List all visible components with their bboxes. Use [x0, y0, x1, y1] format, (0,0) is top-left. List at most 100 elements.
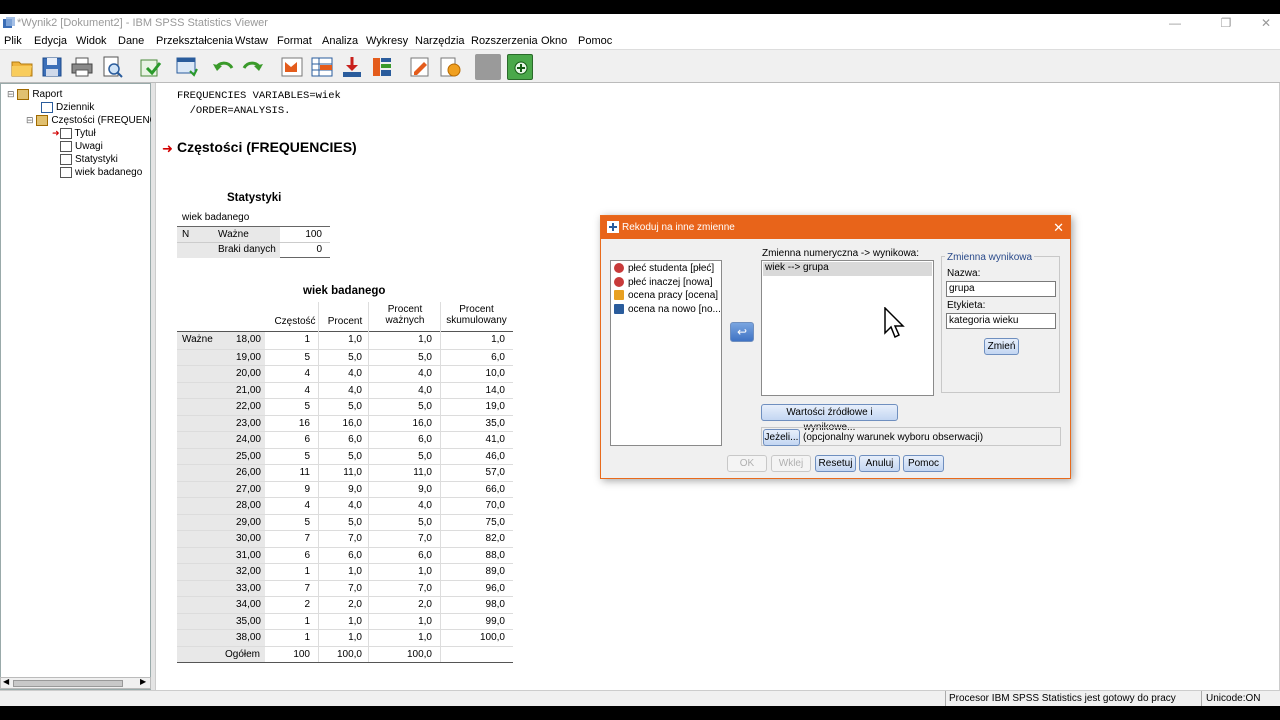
variable-list-item[interactable]: płeć studenta [płeć]: [614, 263, 714, 274]
table-row: 26,00 11 11,0 11,0 57,0: [177, 464, 513, 481]
total-label: Ogółem: [224, 648, 260, 660]
tree-item-dziennik[interactable]: Dziennik: [41, 102, 94, 113]
tree-item-tytul[interactable]: ➜ Tytuł: [52, 128, 96, 139]
minimize-button[interactable]: —: [1161, 14, 1189, 33]
table-icon: [60, 167, 72, 178]
menu-plik[interactable]: Plik: [4, 35, 22, 47]
insert-output-icon[interactable]: [437, 54, 463, 80]
source-variable-list[interactable]: płeć studenta [płeć] płeć inaczej [nowa] o…: [610, 260, 722, 446]
print-preview-icon[interactable]: [99, 54, 125, 80]
outline-hscrollbar[interactable]: ◀ ▶: [0, 677, 151, 689]
menu-bar: Plik Edycja Widok Dane Przekształcenia W…: [0, 33, 1280, 50]
collapse-icon[interactable]: ⊟: [7, 89, 15, 99]
tree-item-statystyki[interactable]: Statystyki: [60, 154, 118, 165]
table-row: 23,00 16 16,0 16,0 35,0: [177, 414, 513, 432]
variable-type-icon: [614, 263, 624, 274]
row-value: 29,00: [235, 516, 261, 528]
table-total-row: Ogółem 100 100,0 100,0: [177, 645, 513, 663]
row-value: 35,00: [235, 615, 261, 627]
variable-list-item[interactable]: ocena pracy [ocena]: [614, 290, 718, 301]
log-icon: [41, 102, 53, 113]
tree-label-tytul: Tytuł: [74, 128, 96, 140]
old-new-values-button[interactable]: Wartości źródłowe i wynikowe...: [761, 404, 898, 433]
menu-przeksztalcenia[interactable]: Przekształcenia: [156, 35, 233, 47]
label-input[interactable]: kategoria wieku: [946, 313, 1056, 329]
mapping-label: Zmienna numeryczna -> wynikowa:: [762, 248, 920, 259]
menu-okno[interactable]: Okno: [541, 35, 567, 47]
stats-valid-label: Ważne: [218, 229, 249, 240]
row-cumulative-percent: 70,0: [485, 500, 505, 511]
recode-dialog: Rekoduj na inne zmienne ✕ płeć studenta …: [600, 215, 1071, 479]
row-cumulative-percent: 96,0: [485, 582, 505, 594]
export-icon[interactable]: [137, 54, 163, 80]
variable-list-item[interactable]: ocena na nowo [no...: [614, 304, 721, 315]
row-percent: 7,0: [348, 582, 362, 594]
row-valid-percent: 1,0: [418, 566, 432, 577]
scroll-thumb[interactable]: [13, 680, 123, 687]
row-cumulative-percent: 99,0: [485, 615, 505, 627]
menu-wstaw[interactable]: Wstaw: [235, 35, 268, 47]
stats-subtitle: wiek badanego: [182, 212, 250, 223]
table-row: 22,00 5 5,0 5,0 19,0: [177, 398, 513, 415]
close-window-button[interactable]: ✕: [1252, 14, 1280, 33]
menu-narzedzia[interactable]: Narzędzia: [415, 35, 465, 47]
row-valid-percent: 6,0: [418, 434, 432, 445]
row-frequency: 2: [304, 599, 310, 610]
row-value: 20,00: [235, 368, 261, 379]
cancel-button[interactable]: Anuluj: [859, 455, 900, 472]
menu-format[interactable]: Format: [277, 35, 312, 47]
section-title[interactable]: Częstości (FREQUENCIES): [177, 139, 357, 155]
move-arrow-button[interactable]: ↩: [730, 322, 754, 342]
restore-button[interactable]: ❐: [1212, 14, 1240, 33]
change-button[interactable]: Zmień: [984, 338, 1019, 355]
mapping-item[interactable]: wiek --> grupa: [765, 262, 829, 273]
designate-window-icon[interactable]: [507, 54, 533, 80]
menu-analiza[interactable]: Analiza: [322, 35, 358, 47]
help-button[interactable]: Pomoc: [903, 455, 944, 472]
name-input[interactable]: grupa: [946, 281, 1056, 297]
show-all-icon[interactable]: [407, 54, 433, 80]
menu-dane[interactable]: Dane: [118, 35, 144, 47]
tree-item-raport[interactable]: ⊟ Raport: [7, 89, 62, 100]
row-cumulative-percent: 10,0: [485, 368, 505, 379]
selected-arrow-icon: ➜: [162, 141, 173, 156]
variable-list-item[interactable]: płeć inaczej [nowa]: [614, 277, 713, 288]
menu-wykresy[interactable]: Wykresy: [366, 35, 408, 47]
table-row: 20,00 4 4,0 4,0 10,0: [177, 365, 513, 382]
mapping-list[interactable]: wiek --> grupa: [761, 260, 934, 396]
row-percent: 4,0: [348, 500, 362, 511]
open-icon[interactable]: [9, 54, 35, 80]
undo-icon[interactable]: [210, 54, 236, 80]
redo-icon[interactable]: [240, 54, 266, 80]
row-frequency: 6: [304, 549, 310, 561]
goto-variable-icon[interactable]: [339, 54, 365, 80]
menu-rozszerzenia[interactable]: Rozszerzenia: [471, 35, 538, 47]
tree-item-uwagi[interactable]: Uwagi: [60, 141, 103, 152]
recall-dialog-icon[interactable]: [174, 54, 200, 80]
if-button[interactable]: Jeżeli...: [763, 429, 800, 446]
goto-case-icon[interactable]: [309, 54, 335, 80]
ok-button[interactable]: OK: [727, 455, 767, 472]
save-icon[interactable]: [39, 54, 65, 80]
frequency-table[interactable]: Częstość Procent Procent ważnych Procent…: [177, 302, 513, 663]
tree-item-wiek[interactable]: wiek badanego: [60, 167, 142, 178]
print-icon[interactable]: [69, 54, 95, 80]
row-valid-percent: 5,0: [418, 401, 432, 412]
scroll-left-icon[interactable]: ◀: [3, 677, 9, 686]
menu-widok[interactable]: Widok: [76, 35, 107, 47]
reset-button[interactable]: Resetuj: [815, 455, 856, 472]
stats-table[interactable]: N Ważne 100 Braki danych 0: [177, 226, 330, 258]
menu-pomoc[interactable]: Pomoc: [578, 35, 612, 47]
scroll-right-icon[interactable]: ▶: [140, 677, 146, 686]
dialog-title-bar[interactable]: Rekoduj na inne zmienne ✕: [601, 216, 1070, 239]
menu-edycja[interactable]: Edycja: [34, 35, 67, 47]
goto-data-icon[interactable]: [279, 54, 305, 80]
row-percent: 1,0: [348, 632, 362, 643]
dialog-close-button[interactable]: ✕: [1053, 216, 1064, 239]
table-icon: [60, 154, 72, 165]
row-valid-percent: 5,0: [418, 516, 432, 528]
collapse-icon[interactable]: ⊟: [26, 115, 34, 125]
table-row: 21,00 4 4,0 4,0 14,0: [177, 381, 513, 399]
paste-button[interactable]: Wklej: [771, 455, 811, 472]
variables-icon[interactable]: [369, 54, 395, 80]
